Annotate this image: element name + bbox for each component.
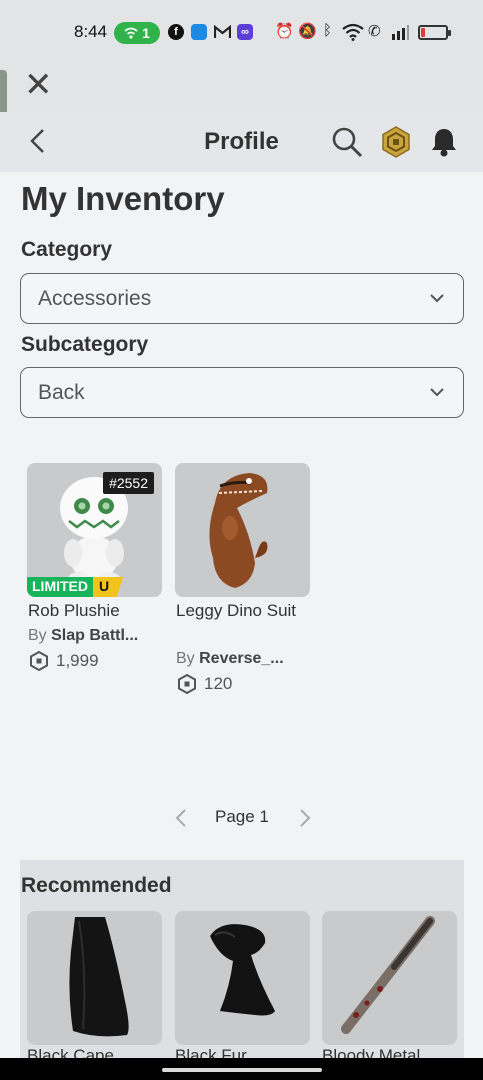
creator-name[interactable]: Slap Battl... [51,627,138,644]
category-select[interactable]: Accessories [20,273,464,324]
robux-icon [30,651,48,671]
game-icon: ∞ [237,24,253,40]
black-cape-image [69,917,129,1037]
subcategory-value: Back [38,381,85,404]
item-name: Leggy Dino Suit [176,601,297,620]
recommended-item-card[interactable] [27,911,162,1045]
item-thumbnail [175,463,310,597]
creator-name[interactable]: Reverse_... [199,650,284,667]
item-price: 120 [178,674,232,694]
search-icon[interactable] [331,126,363,158]
recommended-title: Recommended [21,874,172,897]
hotspot-count: 1 [142,25,150,41]
item-thumbnail: #2552 LIMITED U [27,463,162,597]
next-page-icon[interactable] [298,808,312,828]
mute-icon: 🔕 [298,23,317,40]
battery-icon [418,25,451,40]
subcategory-label: Subcategory [21,333,149,356]
wifi-calling-icon: ✆ [368,23,381,40]
notifications-bell-icon[interactable] [429,126,459,158]
serial-number-badge: #2552 [103,472,154,494]
leggy-dino-suit-image [209,473,268,588]
wifi-icon [342,23,364,41]
item-creator: By Reverse_... [176,650,284,668]
robux-icon[interactable] [380,126,412,158]
category-label: Category [21,238,113,261]
previous-page-icon[interactable] [174,808,188,828]
hotspot-icon [124,27,138,39]
limited-u-badge: LIMITED U [27,577,124,597]
gmail-icon [214,25,231,38]
category-value: Accessories [38,287,152,310]
item-creator: By Slap Battl... [28,627,138,645]
black-fur-image [210,924,275,1016]
recommended-item-card[interactable] [175,911,310,1045]
by-label: By [176,650,195,667]
page-indicator: Page 1 [215,807,269,826]
limited-label: LIMITED [27,577,93,597]
hotspot-indicator: 1 [114,22,160,44]
item-price: 1,999 [30,651,99,671]
recommended-item-card[interactable] [322,911,457,1045]
by-label: By [28,627,47,644]
limited-u-label: U [93,577,124,597]
price-value: 1,999 [56,651,99,670]
app-icon [191,24,207,40]
price-value: 120 [204,674,233,693]
battery-level [421,28,425,37]
close-icon[interactable]: ✕ [24,68,53,102]
facebook-icon: f [168,24,184,40]
chevron-down-icon [430,294,444,303]
status-bar: 8:44 1 f ∞ ⏰ 🔕 ᛒ ✆ [0,0,483,64]
robux-icon [178,674,196,694]
subcategory-select[interactable]: Back [20,367,464,418]
bluetooth-icon: ᛒ [323,22,333,39]
item-name: Rob Plushie [28,601,120,620]
status-time: 8:44 [74,22,108,41]
bloody-metal-bat-image [341,916,435,1034]
chevron-down-icon [430,388,444,397]
signal-icon [392,25,409,40]
webview-close-bar: ✕ [0,64,483,112]
page-title: My Inventory [21,180,225,217]
alarm-icon: ⏰ [275,23,294,40]
home-indicator[interactable] [162,1068,322,1072]
